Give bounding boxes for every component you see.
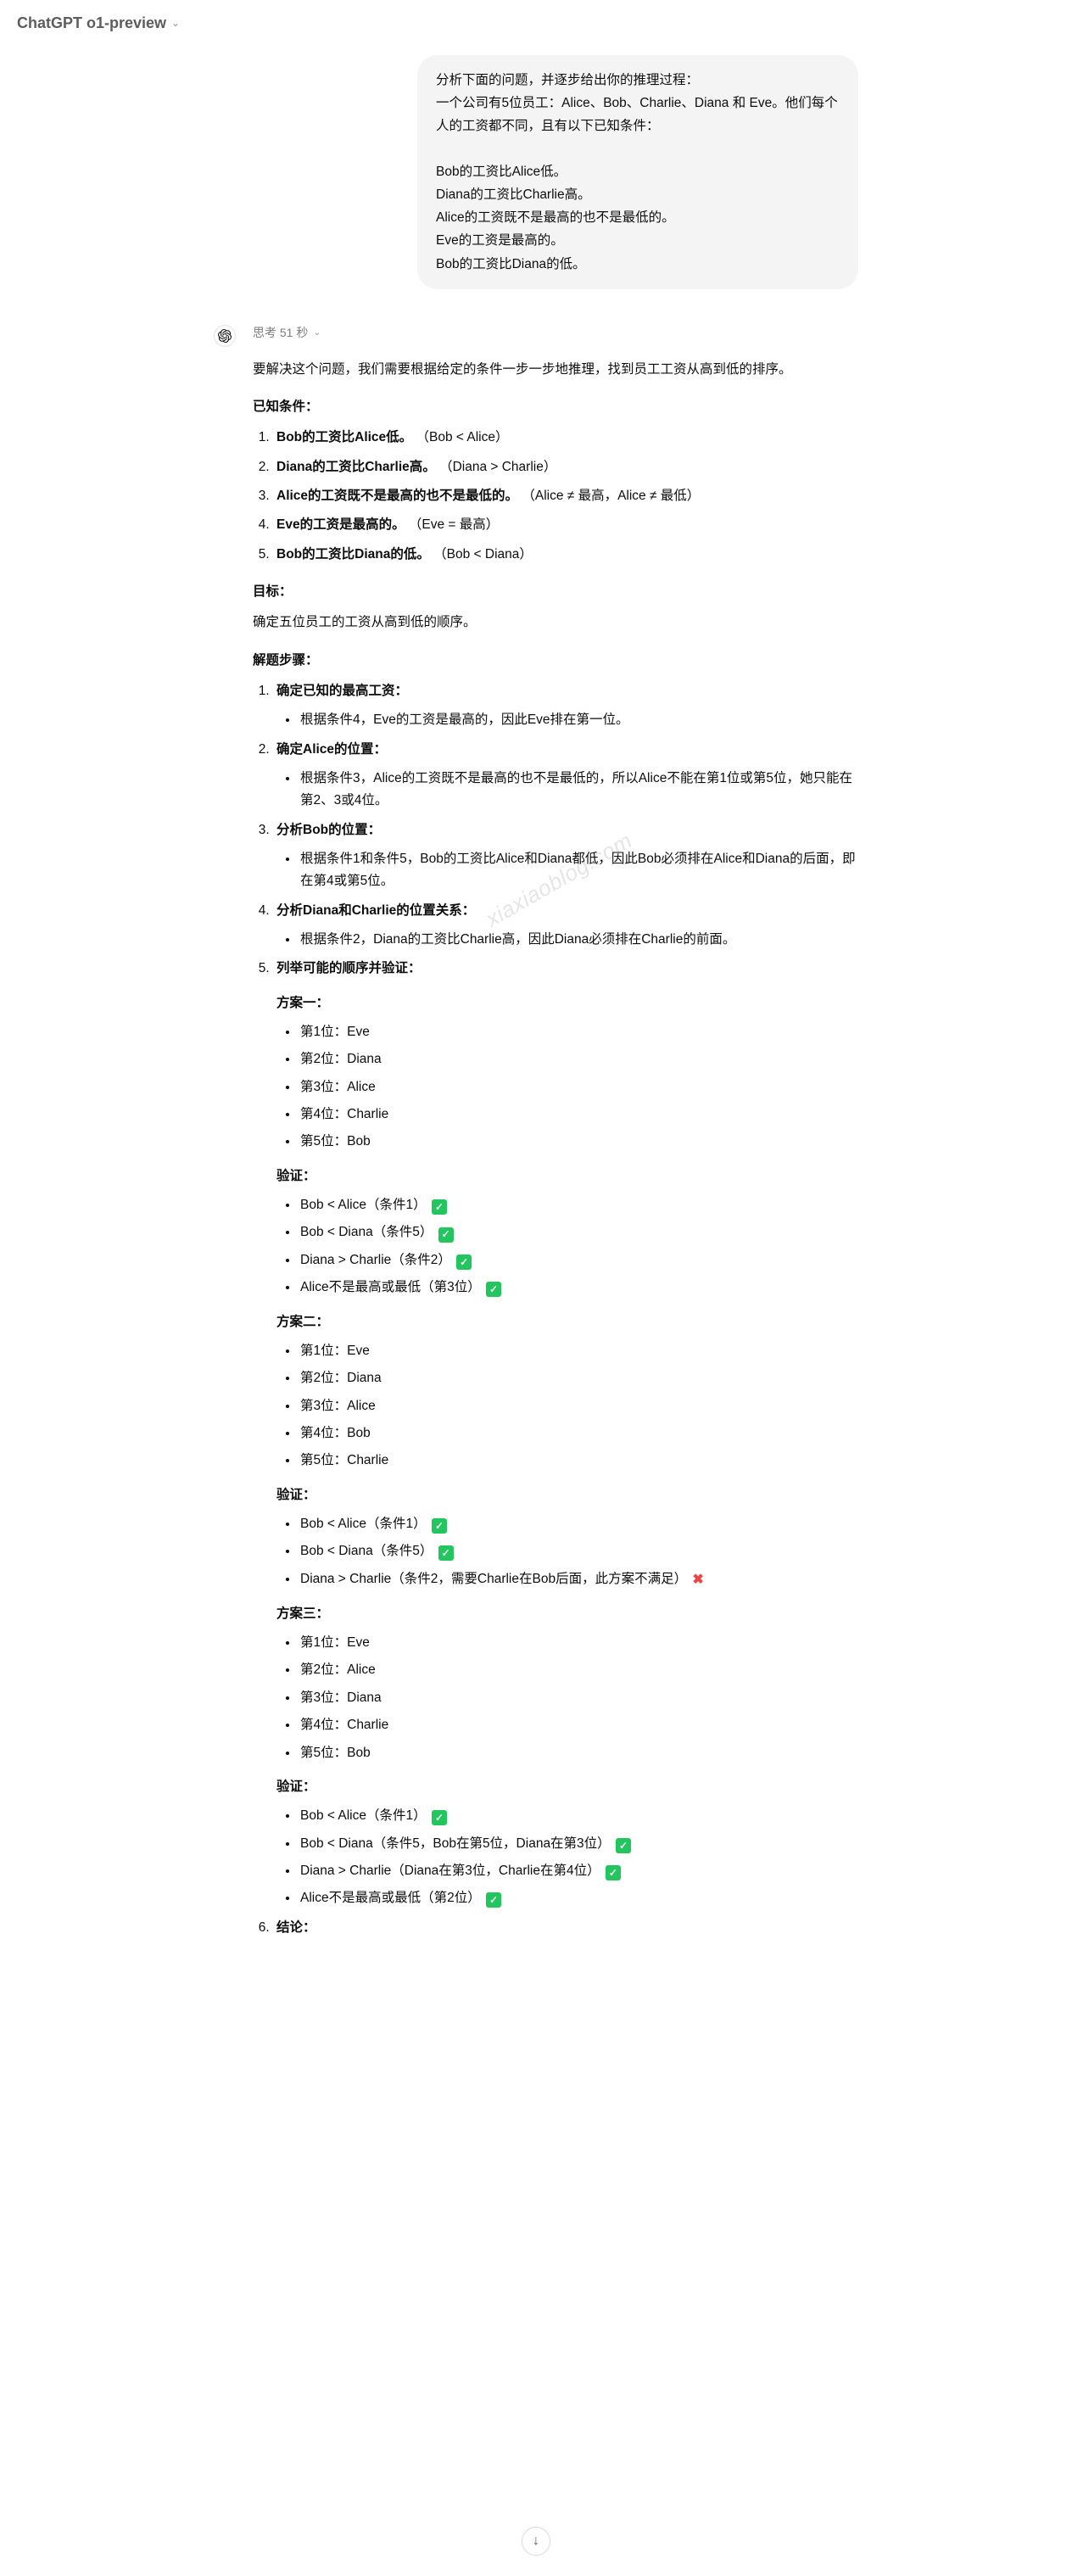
scenario-title: 方案二： [276, 1311, 858, 1333]
known-condition-item: Bob的工资比Alice低。 （Bob < Alice） [273, 427, 858, 449]
known-conditions-heading: 已知条件： [253, 396, 858, 418]
check-icon: ✓ [438, 1545, 454, 1561]
scenario-ranks: 第1位：Eve 第2位：Alice 第3位：Diana 第4位：Charlie 第5位：… [276, 1632, 858, 1764]
step-item: 分析Diana和Charlie的位置关系：根据条件2，Diana的工资比Char… [273, 900, 858, 952]
rank-item: 第1位：Eve [299, 1632, 858, 1654]
step-bullets: 根据条件4，Eve的工资是最高的，因此Eve排在第一位。 [276, 709, 858, 731]
thinking-indicator[interactable]: 思考 51 秒 ⌄ [253, 323, 858, 344]
step-item: 列举可能的顺序并验证：方案一：第1位：Eve第2位：Diana第3位：Alice… [273, 958, 858, 1909]
verify-label: 验证： [276, 1165, 858, 1187]
assistant-avatar [214, 325, 236, 347]
app-header: ChatGPT o1-preview ⌄ [0, 0, 1072, 47]
arrow-down-icon: ↓ [533, 2529, 539, 2552]
known-condition-item: Eve的工资是最高的。 （Eve = 最高） [273, 514, 858, 536]
verify-list: Bob < Alice（条件1） ✓ Bob < Diana（条件5） ✓ Dian… [276, 1513, 858, 1591]
step-bullet: 根据条件3，Alice的工资既不是最高的也不是最低的，所以Alice不能在第1位… [299, 768, 858, 813]
verify-list: Bob < Alice（条件1） ✓ Bob < Diana（条件5，Bob在第5… [276, 1805, 858, 1909]
check-icon: ✓ [432, 1199, 447, 1215]
verify-item: Alice不是最高或最低（第3位） ✓ [299, 1277, 858, 1299]
scenario-ranks: 第1位：Eve 第2位：Diana 第3位：Alice 第4位：Charlie 第5位：… [276, 1021, 858, 1154]
rank-item: 第2位：Alice [299, 1659, 858, 1681]
check-icon: ✓ [606, 1865, 621, 1880]
verify-item: Bob < Alice（条件1） ✓ [299, 1805, 858, 1827]
scenario-title: 方案一： [276, 992, 858, 1014]
scenario-ranks: 第1位：Eve 第2位：Diana 第3位：Alice 第4位：Bob 第5位：Char… [276, 1340, 858, 1472]
model-selector[interactable]: ChatGPT o1-preview [17, 10, 166, 36]
step-item: 结论： [273, 1917, 858, 1939]
rank-item: 第3位：Alice [299, 1395, 858, 1417]
verify-item: Alice不是最高或最低（第2位） ✓ [299, 1887, 858, 1909]
known-condition-item: Bob的工资比Diana的低。 （Bob < Diana） [273, 544, 858, 566]
assistant-message-row: 思考 51 秒 ⌄ 要解决这个问题，我们需要根据给定的条件一步一步地推理，找到员… [214, 323, 858, 1946]
verify-item: Diana > Charlie（条件2） ✓ [299, 1249, 858, 1271]
thinking-label: 思考 51 秒 [253, 323, 308, 344]
verify-list: Bob < Alice（条件1） ✓ Bob < Diana（条件5） ✓ Dian… [276, 1194, 858, 1299]
check-icon: ✓ [432, 1518, 447, 1534]
steps-heading: 解题步骤： [253, 650, 858, 672]
known-condition-item: Alice的工资既不是最高的也不是最低的。 （Alice ≠ 最高，Alice … [273, 485, 858, 507]
rank-item: 第2位：Diana [299, 1367, 858, 1389]
step-item: 确定Alice的位置：根据条件3，Alice的工资既不是最高的也不是最低的，所以… [273, 739, 858, 813]
check-icon: ✓ [438, 1227, 454, 1243]
scenario-title: 方案三： [276, 1603, 858, 1625]
check-icon: ✓ [432, 1810, 447, 1825]
verify-label: 验证： [276, 1776, 858, 1798]
verify-item: Bob < Diana（条件5，Bob在第5位，Diana在第3位） ✓ [299, 1833, 858, 1855]
known-condition-item: Diana的工资比Charlie高。 （Diana > Charlie） [273, 456, 858, 478]
rank-item: 第5位：Bob [299, 1131, 858, 1153]
rank-item: 第4位：Charlie [299, 1714, 858, 1736]
step-item: 确定已知的最高工资：根据条件4，Eve的工资是最高的，因此Eve排在第一位。 [273, 680, 858, 732]
rank-item: 第4位：Bob [299, 1422, 858, 1444]
rank-item: 第4位：Charlie [299, 1104, 858, 1126]
step-bullet: 根据条件2，Diana的工资比Charlie高，因此Diana必须排在Charl… [299, 929, 858, 951]
openai-logo-icon [218, 329, 232, 343]
verify-item: Bob < Diana（条件5） ✓ [299, 1221, 858, 1243]
user-message-bubble: 分析下面的问题，并逐步给出你的推理过程： 一个公司有5位员工：Alice、Bob… [417, 55, 858, 289]
step-item: 分析Bob的位置：根据条件1和条件5，Bob的工资比Alice和Diana都低，… [273, 819, 858, 893]
chevron-down-icon: ⌄ [313, 325, 321, 341]
user-message-row: 分析下面的问题，并逐步给出你的推理过程： 一个公司有5位员工：Alice、Bob… [214, 55, 858, 289]
step-bullets: 根据条件2，Diana的工资比Charlie高，因此Diana必须排在Charl… [276, 929, 858, 951]
verify-item: Diana > Charlie（条件2，需要Charlie在Bob后面，此方案不… [299, 1568, 858, 1591]
rank-item: 第1位：Eve [299, 1021, 858, 1043]
cross-icon: ✖ [692, 1568, 703, 1591]
rank-item: 第3位：Diana [299, 1687, 858, 1709]
check-icon: ✓ [456, 1254, 472, 1270]
verify-item: Diana > Charlie（Diana在第3位，Charlie在第4位） ✓ [299, 1860, 858, 1882]
check-icon: ✓ [486, 1282, 501, 1297]
intro-paragraph: 要解决这个问题，我们需要根据给定的条件一步一步地推理，找到员工工资从高到低的排序… [253, 359, 858, 381]
known-conditions-list: Bob的工资比Alice低。 （Bob < Alice） Diana的工资比Cha… [253, 427, 858, 566]
step-bullet: 根据条件4，Eve的工资是最高的，因此Eve排在第一位。 [299, 709, 858, 731]
verify-item: Bob < Alice（条件1） ✓ [299, 1194, 858, 1216]
conversation-container: xiaxiaoblog.com 分析下面的问题，并逐步给出你的推理过程： 一个公… [188, 47, 884, 1980]
rank-item: 第1位：Eve [299, 1340, 858, 1362]
assistant-message: 思考 51 秒 ⌄ 要解决这个问题，我们需要根据给定的条件一步一步地推理，找到员… [253, 323, 858, 1946]
scroll-down-button[interactable]: ↓ [522, 2527, 550, 2556]
rank-item: 第5位：Bob [299, 1742, 858, 1764]
goal-text: 确定五位员工的工资从高到低的顺序。 [253, 612, 858, 634]
verify-item: Bob < Diana（条件5） ✓ [299, 1540, 858, 1562]
chevron-down-icon[interactable]: ⌄ [171, 14, 180, 31]
rank-item: 第2位：Diana [299, 1048, 858, 1070]
step-bullets: 根据条件3，Alice的工资既不是最高的也不是最低的，所以Alice不能在第1位… [276, 768, 858, 813]
verify-item: Bob < Alice（条件1） ✓ [299, 1513, 858, 1535]
goal-heading: 目标： [253, 581, 858, 603]
verify-label: 验证： [276, 1484, 858, 1506]
check-icon: ✓ [616, 1838, 631, 1853]
check-icon: ✓ [486, 1892, 501, 1908]
step-bullets: 根据条件1和条件5，Bob的工资比Alice和Diana都低，因此Bob必须排在… [276, 848, 858, 893]
step-bullet: 根据条件1和条件5，Bob的工资比Alice和Diana都低，因此Bob必须排在… [299, 848, 858, 893]
rank-item: 第5位：Charlie [299, 1450, 858, 1472]
rank-item: 第3位：Alice [299, 1076, 858, 1098]
steps-list: 确定已知的最高工资：根据条件4，Eve的工资是最高的，因此Eve排在第一位。确定… [253, 680, 858, 1939]
